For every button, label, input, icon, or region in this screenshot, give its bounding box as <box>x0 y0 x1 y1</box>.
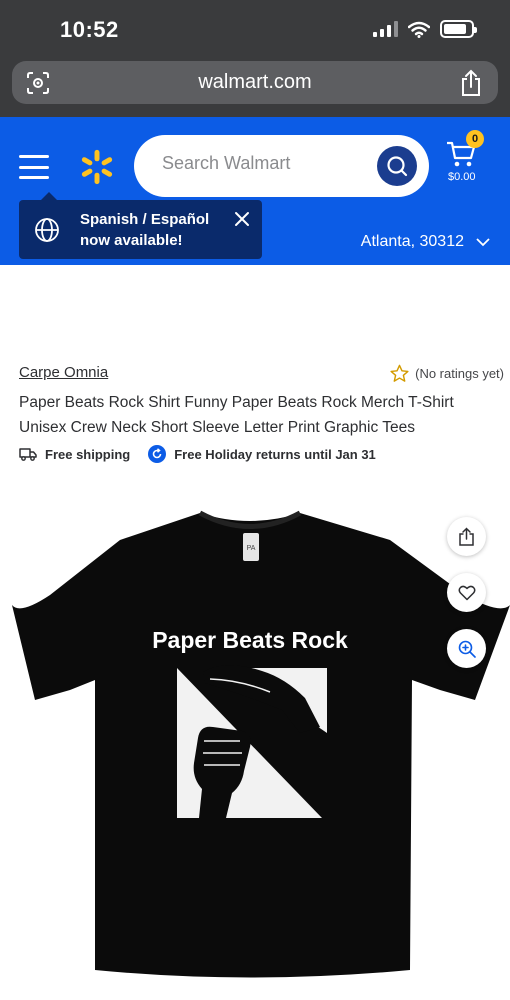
url-bar[interactable]: walmart.com <box>12 61 498 104</box>
language-message: Spanish / Español now available! <box>80 211 210 249</box>
rating-text: (No ratings yet) <box>415 366 504 381</box>
share-icon <box>459 527 474 546</box>
return-icon <box>148 445 167 463</box>
menu-icon[interactable] <box>19 155 49 179</box>
cart-count-badge: 0 <box>466 130 484 148</box>
location-text: Atlanta, 30312 <box>360 233 464 250</box>
truck-icon <box>19 448 37 461</box>
tshirt-shape <box>12 513 510 978</box>
shirt-tag-text: PA <box>247 545 256 552</box>
share-button[interactable] <box>447 517 486 556</box>
brand-link[interactable]: Carpe Omnia <box>19 364 108 381</box>
search-bar[interactable] <box>134 135 429 197</box>
zoom-button[interactable] <box>447 629 486 668</box>
free-shipping-badge: Free shipping <box>19 447 130 462</box>
walmart-header: 0 $0.00 Spanish / Español now available!… <box>0 117 510 265</box>
free-returns-text: Free Holiday returns until Jan 31 <box>174 446 376 462</box>
battery-icon <box>440 20 477 38</box>
product-image[interactable]: PA Paper Beats Rock <box>0 495 510 1000</box>
status-time: 10:52 <box>60 17 119 42</box>
walmart-spark-logo[interactable] <box>78 148 116 186</box>
favorite-button[interactable] <box>447 573 486 612</box>
cart-total: $0.00 <box>448 171 476 183</box>
search-button[interactable] <box>377 146 417 186</box>
search-input[interactable] <box>162 153 362 174</box>
fulfillment-badges: Free shipping Free Holiday returns until… <box>19 445 376 463</box>
status-icons <box>373 20 477 38</box>
free-returns-badge: Free Holiday returns until Jan 31 <box>148 445 376 463</box>
rating[interactable]: (No ratings yet) <box>390 364 504 383</box>
close-icon[interactable] <box>234 211 250 227</box>
heart-icon <box>458 585 475 600</box>
wifi-icon <box>408 21 430 38</box>
search-icon <box>387 156 408 177</box>
url-text[interactable]: walmart.com <box>12 71 498 94</box>
language-popup: Spanish / Español now available! <box>19 192 262 259</box>
location-selector[interactable]: Atlanta, 30312 <box>361 233 490 251</box>
cellular-signal-icon <box>373 21 398 37</box>
globe-icon <box>35 218 59 242</box>
browser-chrome: 10:52 walmart.com <box>0 0 510 117</box>
free-shipping-text: Free shipping <box>45 446 131 462</box>
shirt-print-text: Paper Beats Rock <box>152 627 348 653</box>
chevron-down-icon <box>476 237 490 246</box>
star-outline-icon <box>390 364 409 382</box>
zoom-in-icon <box>458 640 476 658</box>
share-icon[interactable] <box>458 69 484 97</box>
product-title: Paper Beats Rock Shirt Funny Paper Beats… <box>19 394 454 436</box>
cart-button[interactable]: 0 $0.00 <box>446 130 498 194</box>
image-actions <box>447 517 486 668</box>
